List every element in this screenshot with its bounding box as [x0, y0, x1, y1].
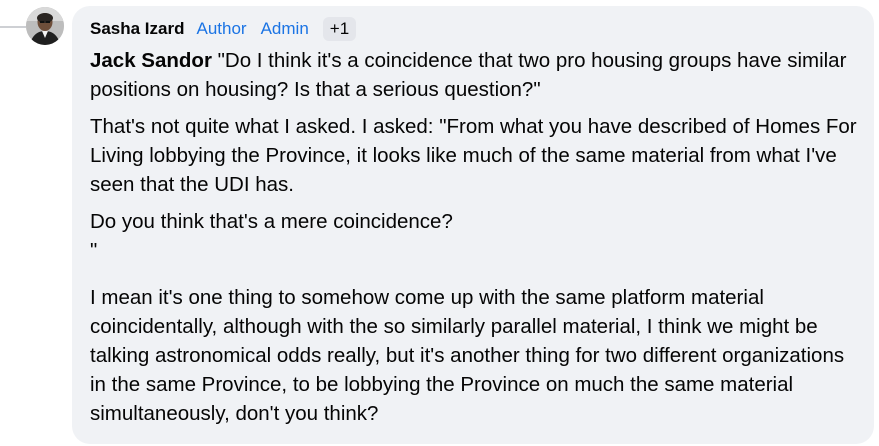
admin-badge[interactable]: Admin: [261, 19, 309, 39]
comment-paragraph: That's not quite what I asked. I asked: …: [90, 115, 857, 196]
comment-header: Sasha Izard Author Admin +1: [90, 12, 862, 46]
author-badge[interactable]: Author: [197, 19, 247, 39]
comment-paragraph: I mean it's one thing to somehow come up…: [90, 286, 845, 425]
profile-photo-icon: [26, 7, 64, 45]
avatar[interactable]: [26, 7, 64, 45]
comment-bubble: Sasha Izard Author Admin +1 Jack Sandor …: [72, 6, 874, 444]
comment-body: Jack Sandor "Do I think it's a coinciden…: [90, 46, 860, 428]
closing-quote: ": [90, 239, 98, 262]
mention-link[interactable]: Jack Sandor: [90, 49, 212, 72]
comment-paragraph: Do you think that's a mere coincidence?: [90, 210, 453, 233]
comment-paragraph: Jack Sandor "Do I think it's a coinciden…: [90, 46, 860, 104]
thread-connector-line: [0, 26, 26, 28]
author-name[interactable]: Sasha Izard: [90, 19, 185, 39]
more-badges-button[interactable]: +1: [322, 17, 357, 41]
